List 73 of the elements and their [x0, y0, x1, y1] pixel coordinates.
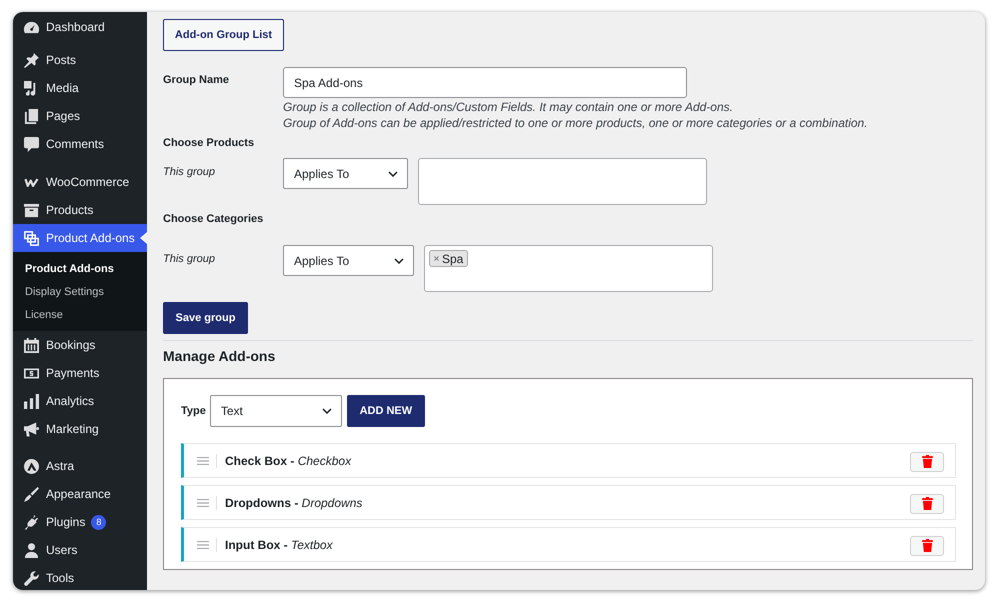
- sidebar-item[interactable]: Media: [13, 74, 147, 102]
- section-heading: Choose Products: [163, 136, 254, 151]
- sidebar-item[interactable]: Dashboard: [13, 13, 147, 41]
- categories-field[interactable]: Spa: [424, 245, 713, 292]
- person-icon: [24, 542, 39, 558]
- count-badge: 8: [91, 514, 106, 530]
- chevron-down-icon: [388, 170, 398, 176]
- applies-to-select[interactable]: Applies To: [283, 158, 408, 189]
- products-field[interactable]: [418, 158, 707, 205]
- paintbrush-icon: [24, 486, 39, 502]
- sidebar-item[interactable]: Tools: [13, 564, 147, 590]
- submenu-item[interactable]: Product Add-ons: [13, 257, 147, 280]
- chevron-down-icon: [322, 408, 332, 414]
- delete-button[interactable]: [910, 452, 944, 472]
- addon-title: Input Box - Textbox: [225, 538, 334, 552]
- help-text: Group of Add-ons can be applied/restricted to one or more products, one or more categories or a combination.: [283, 115, 868, 131]
- addon-title: Dropdowns - Dropdowns: [225, 496, 364, 510]
- sidebar-item[interactable]: Analytics: [13, 387, 147, 415]
- trash-icon: [922, 497, 932, 510]
- pushpin-icon: [24, 52, 39, 68]
- help-text: Group is a collection of Add-ons/Custom Fields. It may contain one or more Add-ons.: [283, 99, 733, 115]
- archive-box-icon: [24, 202, 39, 218]
- sidebar-item[interactable]: Appearance: [13, 480, 147, 508]
- speech-bubble-icon: [24, 136, 39, 152]
- drag-handle-icon: [197, 498, 209, 506]
- sidebar-item[interactable]: Astra: [13, 452, 147, 480]
- sidebar-item[interactable]: Plugins 8: [13, 508, 147, 536]
- type-select[interactable]: Text: [210, 395, 342, 427]
- save-group-button[interactable]: Save group: [163, 302, 248, 334]
- scope-label: This group: [163, 165, 216, 180]
- add-on-group-list-button[interactable]: Add-on Group List: [163, 19, 284, 51]
- type-label: Type: [181, 405, 206, 417]
- calendar-icon: [24, 338, 39, 352]
- group-name-label: Group Name: [163, 73, 230, 88]
- applies-to-select[interactable]: Applies To: [283, 245, 414, 276]
- sidebar-item[interactable]: Payments: [13, 359, 147, 387]
- bar-chart-icon: [24, 394, 39, 408]
- delete-button[interactable]: [910, 494, 944, 514]
- submenu-item[interactable]: License: [13, 303, 147, 326]
- megaphone-icon: [24, 422, 39, 436]
- pages-icon: [24, 108, 39, 124]
- trash-icon: [922, 455, 932, 468]
- addon-title: Check Box - Checkbox: [225, 454, 352, 468]
- section-title: Manage Add-ons: [163, 347, 276, 366]
- remove-icon: [434, 256, 439, 261]
- addon-row[interactable]: Input Box - Textbox: [181, 527, 956, 562]
- banknote-icon: [24, 366, 39, 380]
- sidebar-item[interactable]: WooCommerce: [13, 168, 147, 196]
- group-name-field[interactable]: Spa Add-ons: [283, 67, 687, 98]
- sidebar-item[interactable]: Products: [13, 196, 147, 224]
- scope-label: This group: [163, 252, 216, 267]
- sidebar-item[interactable]: Pages: [13, 102, 147, 130]
- drag-handle-icon: [197, 456, 209, 464]
- plug-icon: [24, 514, 39, 530]
- sidebar-item[interactable]: Bookings: [13, 331, 147, 359]
- wrench-icon: [24, 570, 39, 586]
- sidebar-item[interactable]: Marketing: [13, 415, 147, 443]
- sidebar-item[interactable]: Posts: [13, 46, 147, 74]
- stacked-boxes-icon: [24, 230, 39, 246]
- addon-row[interactable]: Check Box - Checkbox: [181, 443, 956, 478]
- drag-handle-icon: [197, 540, 209, 548]
- submenu-item[interactable]: Display Settings: [13, 280, 147, 303]
- gauge-icon: [24, 20, 39, 34]
- sidebar-item[interactable]: Comments: [13, 130, 147, 158]
- addon-row[interactable]: Dropdowns - Dropdowns: [181, 485, 956, 520]
- add-new-button[interactable]: ADD NEW: [346, 395, 425, 427]
- section-heading: Choose Categories: [163, 212, 264, 227]
- category-tag[interactable]: Spa: [429, 250, 468, 267]
- delete-button[interactable]: [910, 536, 944, 556]
- trash-icon: [922, 539, 932, 552]
- chevron-down-icon: [394, 258, 404, 264]
- a-logo-icon: [24, 458, 39, 474]
- sidebar-item[interactable]: Users: [13, 536, 147, 564]
